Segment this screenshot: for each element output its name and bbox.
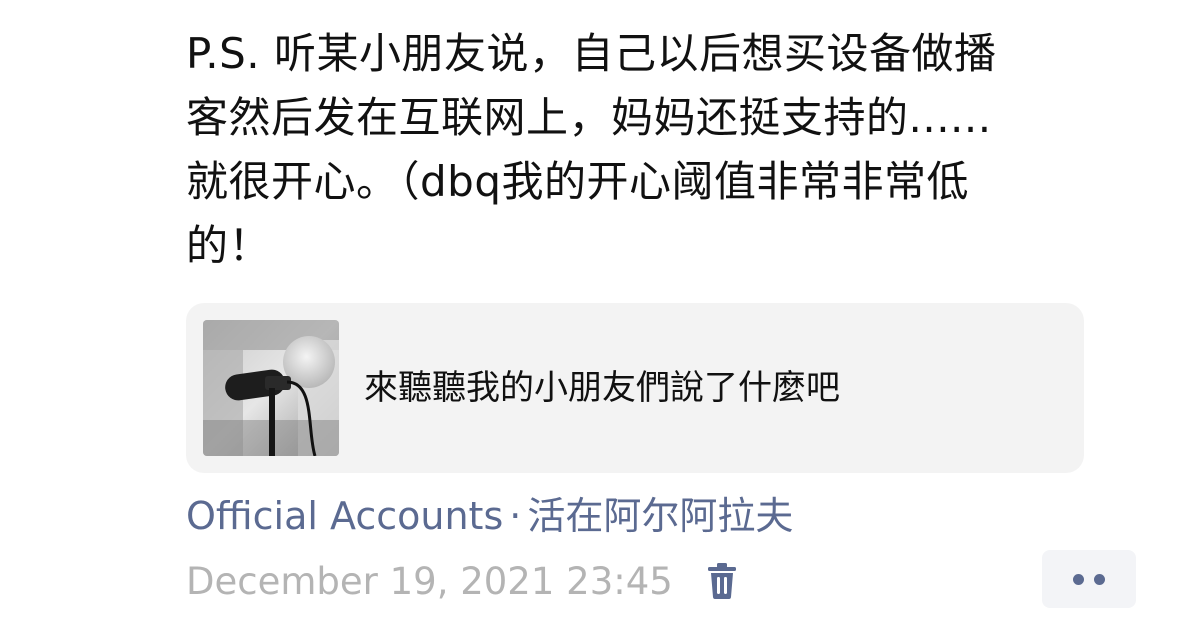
post-text-line: 客然后发在互联网上，妈妈还挺支持的...... bbox=[186, 93, 992, 142]
more-dots-icon[interactable] bbox=[1042, 550, 1136, 608]
dot bbox=[1073, 573, 1084, 585]
article-title: 來聽聽我的小朋友們說了什麼吧 bbox=[364, 368, 840, 408]
trash-icon bbox=[707, 563, 736, 599]
shared-article-card[interactable]: 來聽聽我的小朋友們說了什麼吧 bbox=[186, 303, 1084, 473]
dot bbox=[1094, 573, 1105, 585]
microphone-icon bbox=[203, 320, 339, 456]
meta-row: December 19, 2021 23:45 bbox=[186, 556, 739, 606]
post-text-line: P.S. 听某小朋友说，自己以后想买设备做播 bbox=[186, 29, 997, 78]
account-name: 活在阿尔阿拉夫 bbox=[527, 494, 794, 538]
source-separator: · bbox=[509, 494, 522, 538]
timestamp: December 19, 2021 23:45 bbox=[186, 559, 673, 603]
source-link[interactable]: Official Accounts · 活在阿尔阿拉夫 bbox=[186, 490, 793, 542]
post-text: P.S. 听某小朋友说，自己以后想买设备做播 客然后发在互联网上，妈妈还挺支持的… bbox=[186, 22, 1146, 278]
post-text-line: 就很开心。（dbq我的开心阈值非常非常低 bbox=[186, 157, 969, 206]
delete-button[interactable] bbox=[705, 560, 739, 602]
article-thumbnail bbox=[203, 320, 339, 456]
post-text-line: 的！ bbox=[186, 221, 272, 270]
source-label: Official Accounts bbox=[186, 494, 504, 538]
